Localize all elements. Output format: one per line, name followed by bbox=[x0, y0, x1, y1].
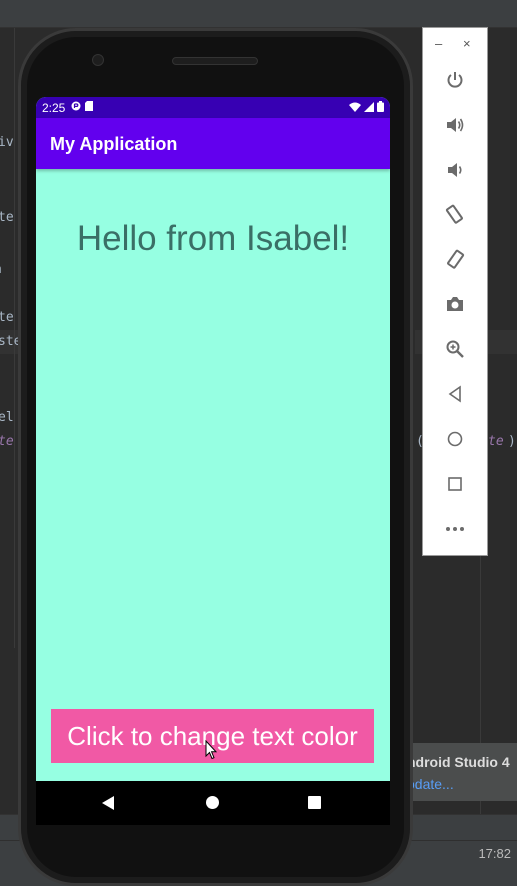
code-fragment: el bbox=[0, 410, 14, 425]
speaker-grille bbox=[172, 57, 258, 65]
close-icon[interactable]: × bbox=[463, 36, 471, 51]
ide-toolbar bbox=[0, 0, 517, 28]
code-fragment: te bbox=[0, 434, 14, 449]
volume-up-icon[interactable] bbox=[443, 113, 467, 137]
recents-icon[interactable] bbox=[308, 796, 321, 809]
back-icon[interactable] bbox=[102, 796, 114, 810]
play-services-icon bbox=[71, 101, 81, 114]
code-fragment: te bbox=[0, 310, 14, 325]
minimize-icon[interactable]: – bbox=[435, 36, 442, 51]
signal-icon bbox=[364, 101, 374, 115]
emulator-toolbar: – × bbox=[422, 27, 488, 556]
home-icon[interactable] bbox=[443, 427, 467, 451]
more-icon[interactable] bbox=[443, 517, 467, 541]
volume-down-icon[interactable] bbox=[443, 158, 467, 182]
android-status-bar: 2:25 bbox=[36, 97, 390, 118]
mouse-cursor-icon bbox=[205, 739, 218, 765]
rotate-left-icon[interactable] bbox=[443, 203, 467, 227]
status-time: 17:82 bbox=[478, 846, 511, 861]
home-icon[interactable] bbox=[206, 796, 219, 809]
battery-icon bbox=[377, 100, 384, 115]
code-fragment: ) bbox=[508, 434, 516, 449]
app-title: My Application bbox=[50, 134, 178, 154]
back-icon[interactable] bbox=[443, 382, 467, 406]
camera-icon[interactable] bbox=[443, 292, 467, 316]
update-notification[interactable] bbox=[405, 743, 517, 801]
status-bar-time: 2:25 bbox=[42, 100, 66, 115]
notification-title: ndroid Studio 4 bbox=[407, 754, 510, 770]
app-toolbar: My Application bbox=[36, 118, 390, 169]
overview-icon[interactable] bbox=[443, 472, 467, 496]
code-fragment: a bbox=[0, 262, 2, 277]
rotate-right-icon[interactable] bbox=[443, 248, 467, 272]
camera-icon bbox=[92, 54, 104, 66]
code-fragment: iv bbox=[0, 135, 14, 150]
sd-card-icon bbox=[85, 101, 94, 114]
android-navigation-bar bbox=[36, 781, 390, 825]
code-fragment: te bbox=[0, 210, 14, 225]
power-icon[interactable] bbox=[443, 68, 467, 92]
wifi-icon bbox=[349, 101, 361, 115]
update-link[interactable]: odate... bbox=[407, 776, 454, 792]
device-screen: 2:25 My Application Hello from Isabel! C… bbox=[36, 97, 390, 781]
code-fragment: te bbox=[488, 434, 504, 449]
greeting-text: Hello from Isabel! bbox=[76, 219, 350, 258]
zoom-icon[interactable] bbox=[443, 337, 467, 361]
